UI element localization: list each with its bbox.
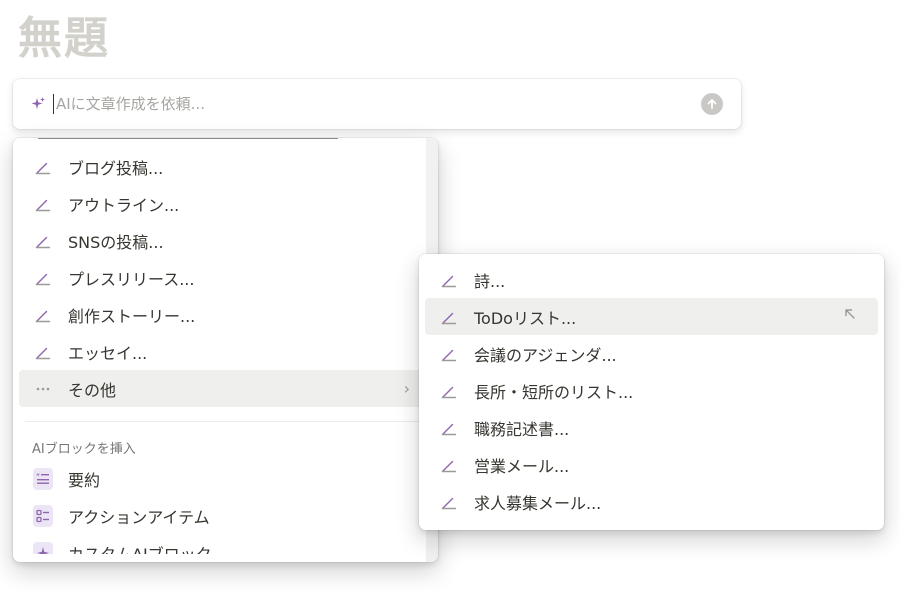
menu-item-label: 長所・短所のリスト... <box>474 382 634 402</box>
ai-prompt-bar[interactable] <box>13 79 741 129</box>
menu-item-label: 求人募集メール... <box>474 493 602 513</box>
clipped-menu-item <box>13 138 438 144</box>
summary-block-icon: “ <box>33 467 53 490</box>
menu-divider <box>25 421 426 422</box>
menu-item-label: カスタムAIブロック <box>68 544 212 555</box>
menu-item-summary[interactable]: “ 要約 <box>19 460 432 497</box>
menu-item-sns-post[interactable]: SNSの投稿... <box>19 222 432 259</box>
submenu-item-todo-list[interactable]: ToDoリスト... <box>425 298 878 335</box>
menu-item-label: エッセイ... <box>68 343 148 363</box>
menu-item-label: 会議のアジェンダ... <box>474 345 617 365</box>
chevron-right-icon: › <box>403 379 410 398</box>
menu-item-label: ブログ投稿... <box>68 158 164 178</box>
menu-item-label: 創作ストーリー... <box>68 306 196 326</box>
pen-icon <box>439 307 459 327</box>
pen-icon <box>33 157 53 177</box>
pen-icon <box>439 455 459 475</box>
menu-item-essay[interactable]: エッセイ... <box>19 333 432 370</box>
menu-item-action-items[interactable]: アクションアイテム <box>19 497 432 534</box>
menu-item-label: ToDoリスト... <box>474 308 577 328</box>
pen-icon <box>439 344 459 364</box>
menu-item-outline[interactable]: アウトライン... <box>19 185 432 222</box>
send-button[interactable] <box>701 93 723 115</box>
menu-item-label: アウトライン... <box>68 195 180 215</box>
menu-item-label: その他 <box>68 380 117 400</box>
menu-item-creative-story[interactable]: 創作ストーリー... <box>19 296 432 333</box>
pen-icon <box>33 342 53 362</box>
menu-item-press-release[interactable]: プレスリリース... <box>19 259 432 296</box>
pen-icon <box>33 305 53 325</box>
submenu-item-pros-cons[interactable]: 長所・短所のリスト... <box>425 372 878 409</box>
more-submenu[interactable]: 詩... ToDoリスト... 会議のアジェンダ... 長所・短所のリスト...… <box>419 254 884 530</box>
submenu-item-sales-email[interactable]: 営業メール... <box>425 446 878 483</box>
clipped-menu-row: カスタムAIブロック <box>13 534 438 554</box>
ai-suggestion-menu[interactable]: ブログ投稿... アウトライン... SNSの投稿... プレスリリース... … <box>13 138 438 562</box>
menu-item-label: 職務記述書... <box>474 419 570 439</box>
arrow-up-icon <box>707 99 717 109</box>
menu-item-label: 詩... <box>474 271 506 291</box>
menu-item-label: 営業メール... <box>474 456 570 476</box>
menu-item-blog-post[interactable]: ブログ投稿... <box>19 148 432 185</box>
submenu-item-poem[interactable]: 詩... <box>425 261 878 298</box>
ellipsis-icon <box>33 379 53 399</box>
submenu-item-job-description[interactable]: 職務記述書... <box>425 409 878 446</box>
pen-icon <box>439 270 459 290</box>
pen-icon <box>33 231 53 251</box>
section-label-ai-blocks: AIブロックを挿入 <box>32 442 136 457</box>
menu-item-label: プレスリリース... <box>68 269 195 289</box>
ai-prompt-input[interactable] <box>54 89 701 119</box>
submenu-item-meeting-agenda[interactable]: 会議のアジェンダ... <box>425 335 878 372</box>
ai-sparkle-icon <box>29 95 47 113</box>
arrow-up-left-icon <box>842 306 858 326</box>
menu-item-label: アクションアイテム <box>68 507 210 527</box>
svg-text:“: “ <box>36 473 40 480</box>
checklist-block-icon <box>33 504 53 527</box>
menu-item-label: SNSの投稿... <box>68 232 164 252</box>
menu-item-custom-ai-block[interactable]: カスタムAIブロック <box>19 534 432 554</box>
pen-icon <box>439 492 459 512</box>
menu-item-label: 要約 <box>68 470 101 490</box>
pen-icon <box>439 418 459 438</box>
submenu-item-recruiting-email[interactable]: 求人募集メール... <box>425 483 878 520</box>
pen-icon <box>33 194 53 214</box>
pen-icon <box>33 268 53 288</box>
pen-icon <box>439 381 459 401</box>
page-title: 無題 <box>18 13 110 64</box>
menu-item-more[interactable]: その他 › <box>19 370 432 407</box>
custom-ai-block-icon <box>33 541 53 554</box>
